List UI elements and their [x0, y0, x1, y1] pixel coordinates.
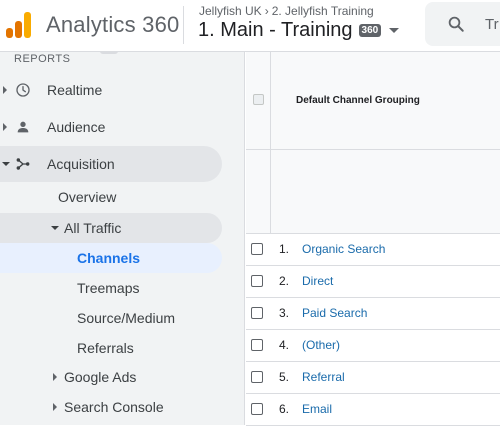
header-checkbox-column: [246, 52, 271, 150]
sidebar-item-acquisition[interactable]: Acquisition: [0, 146, 222, 182]
expand-arrow-icon[interactable]: [3, 86, 7, 94]
sidebar-item-treemaps[interactable]: Treemaps: [0, 273, 222, 303]
clock-icon: [16, 83, 30, 97]
search-icon[interactable]: [447, 15, 465, 33]
row-checkbox[interactable]: [251, 243, 263, 255]
sidebar-item-overview[interactable]: Overview: [0, 180, 222, 214]
breadcrumb-property[interactable]: 2. Jellyfish Training: [272, 4, 374, 18]
header-divider: [183, 6, 184, 44]
expand-arrow-icon[interactable]: [3, 123, 7, 131]
top-header: Analytics 360 Jellyfish UK › 2. Jellyfish …: [0, 0, 500, 52]
channel-link[interactable]: Paid Search: [302, 306, 367, 320]
channel-link[interactable]: Direct: [302, 274, 333, 288]
row-index: 5.: [279, 370, 290, 384]
collapse-arrow-icon[interactable]: [51, 226, 59, 230]
sidebar-item-referrals[interactable]: Referrals: [0, 333, 222, 363]
breadcrumb[interactable]: Jellyfish UK › 2. Jellyfish Training: [199, 4, 374, 18]
sidebar-item-label: Treemaps: [77, 280, 140, 296]
channel-link[interactable]: Organic Search: [302, 242, 385, 256]
channel-link[interactable]: Email: [302, 402, 332, 416]
person-icon: [17, 121, 29, 133]
expand-arrow-icon[interactable]: [53, 373, 57, 381]
row-index: 1.: [279, 242, 290, 256]
sidebar-item-label: Audience: [47, 119, 106, 135]
row-index: 4.: [279, 338, 290, 352]
sidebar-item-label: Referrals: [77, 340, 134, 356]
table-row: 3. Paid Search: [246, 298, 500, 330]
reports-section-label: REPORTS: [14, 53, 71, 65]
view-360-badge: 360: [358, 24, 382, 37]
acquisition-icon: [16, 158, 30, 170]
row-index: 6.: [279, 402, 290, 416]
reports-sidebar: REPORTS Realtime Audience Acquisition Ov…: [0, 52, 245, 425]
sidebar-item-label: Source/Medium: [77, 310, 176, 326]
column-header-channel-grouping[interactable]: Default Channel Grouping: [296, 95, 420, 106]
row-checkbox[interactable]: [251, 403, 263, 415]
analytics-logo-icon[interactable]: [6, 12, 32, 38]
sidebar-item-label: Google Ads: [64, 369, 137, 385]
sidebar-item-label: Acquisition: [47, 156, 115, 172]
expand-arrow-icon[interactable]: [53, 403, 57, 411]
breadcrumb-separator-icon: ›: [264, 4, 269, 18]
sidebar-item-label: Overview: [58, 189, 117, 205]
sidebar-handle: [100, 52, 118, 54]
app-name[interactable]: Analytics 360: [46, 12, 179, 38]
table-row: 5. Referral: [246, 362, 500, 394]
sidebar-item-all-traffic[interactable]: All Traffic: [0, 213, 222, 243]
table-header: Default Channel Grouping: [246, 52, 500, 150]
table-row: 6. Email: [246, 394, 500, 426]
view-name[interactable]: 1. Main - Training: [198, 19, 353, 42]
view-selector[interactable]: 1. Main - Training 360: [198, 19, 400, 42]
search-box[interactable]: Tr: [425, 2, 500, 46]
table-row: 1. Organic Search: [246, 234, 500, 266]
channel-link[interactable]: (Other): [302, 338, 340, 352]
view-dropdown-caret-icon[interactable]: [389, 28, 400, 33]
table-row: 4. (Other): [246, 330, 500, 362]
sidebar-item-label: Search Console: [64, 399, 164, 415]
sidebar-item-label: All Traffic: [64, 220, 122, 236]
row-checkbox[interactable]: [251, 275, 263, 287]
sidebar-item-source-medium[interactable]: Source/Medium: [0, 303, 222, 333]
select-all-checkbox[interactable]: [253, 94, 264, 105]
row-checkbox[interactable]: [251, 371, 263, 383]
row-checkbox[interactable]: [251, 339, 263, 351]
sidebar-item-audience[interactable]: Audience: [0, 109, 222, 145]
table-summary-row: [246, 150, 500, 234]
summary-checkbox-column: [246, 150, 271, 234]
sidebar-item-channels[interactable]: Channels: [0, 243, 222, 273]
sidebar-item-label: Channels: [77, 250, 141, 266]
row-checkbox[interactable]: [251, 307, 263, 319]
breadcrumb-account[interactable]: Jellyfish UK: [199, 4, 262, 18]
table-row: 2. Direct: [246, 266, 500, 298]
channels-table: Default Channel Grouping 1. Organic Sear…: [246, 52, 500, 426]
collapse-arrow-icon[interactable]: [2, 162, 10, 166]
sidebar-item-google-ads[interactable]: Google Ads: [0, 362, 222, 392]
row-index: 2.: [279, 274, 290, 288]
channel-link[interactable]: Referral: [302, 370, 345, 384]
sidebar-item-label: Realtime: [47, 82, 103, 98]
row-index: 3.: [279, 306, 290, 320]
search-input[interactable]: Tr: [485, 16, 499, 33]
sidebar-item-realtime[interactable]: Realtime: [0, 72, 222, 108]
sidebar-item-search-console[interactable]: Search Console: [0, 392, 222, 422]
